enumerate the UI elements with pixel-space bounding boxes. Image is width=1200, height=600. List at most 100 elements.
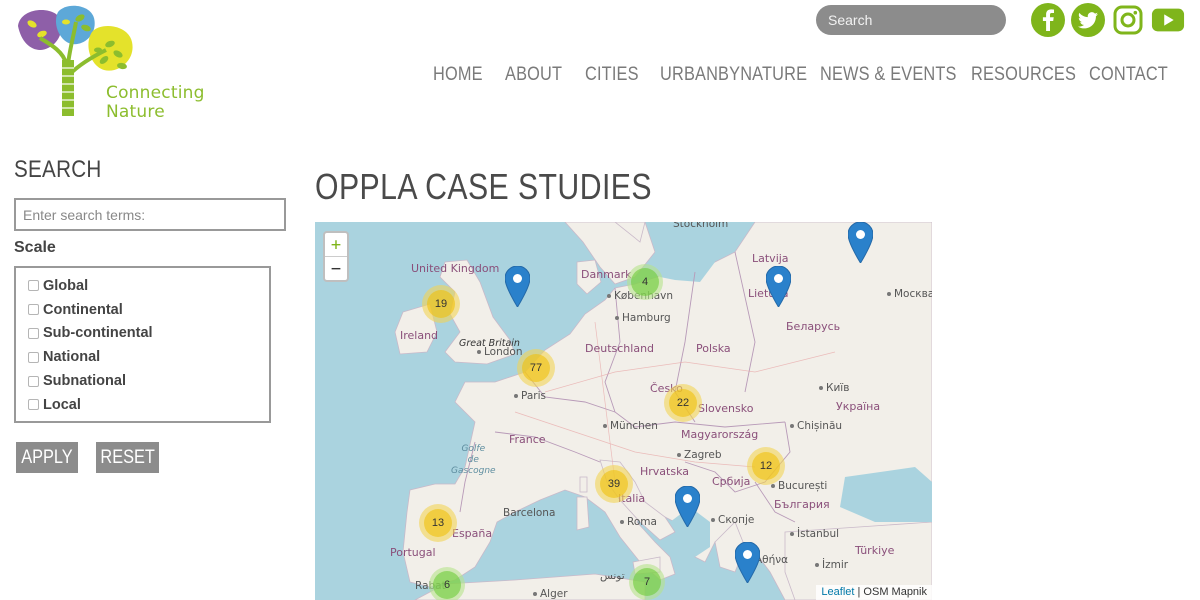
map-label-roma: Roma: [620, 516, 657, 528]
leaflet-link[interactable]: Leaflet: [821, 586, 854, 598]
sidebar-title: SEARCH: [14, 156, 102, 183]
cluster-count: 22: [669, 389, 697, 417]
map-label-london: London: [477, 346, 523, 358]
cluster-count: 77: [522, 354, 550, 382]
connecting-nature-logo[interactable]: Connecting Nature: [14, 4, 204, 122]
map-marker-pin[interactable]: [848, 222, 873, 263]
map-zoom-control: + −: [323, 231, 349, 282]
scale-option-sub-continental[interactable]: Sub-continental: [28, 322, 269, 346]
scale-option-label: Global: [43, 277, 89, 294]
map-label-slovensko: Slovensko: [698, 402, 754, 415]
cluster-count: 6: [433, 571, 461, 599]
map-label-kyiv: Київ: [819, 382, 849, 394]
map-cluster[interactable]: 6: [429, 567, 465, 600]
header-search-bar[interactable]: [816, 5, 1009, 35]
map-cluster[interactable]: 19: [422, 285, 460, 323]
map-marker-pin[interactable]: [735, 542, 760, 583]
twitter-icon[interactable]: [1071, 3, 1105, 37]
scale-option-national[interactable]: National: [28, 345, 269, 369]
nav-urbanbynature[interactable]: URBANBYNATURE: [660, 64, 807, 86]
map-cluster[interactable]: 39: [595, 465, 633, 503]
osm-mapnik-credit: OSM Mapnik: [863, 586, 927, 598]
map-cluster[interactable]: 7: [629, 564, 665, 600]
map-marker-pin[interactable]: [766, 266, 791, 307]
map-label-united-kingdom: United Kingdom: [411, 262, 500, 275]
main-nav: HOME ABOUT CITIES URBANBYNATURE NEWS & E…: [0, 64, 1200, 88]
map-label-belarus: Беларусь: [786, 320, 841, 333]
map-label-latvija: Latvija: [752, 252, 789, 265]
apply-button[interactable]: APPLY: [16, 442, 78, 473]
zoom-out-button[interactable]: −: [325, 257, 347, 280]
scale-option-label: Local: [43, 396, 81, 413]
map-label-danmark: Danmark: [581, 268, 632, 281]
scale-option-continental[interactable]: Continental: [28, 298, 269, 322]
nav-cities[interactable]: CITIES: [585, 64, 639, 86]
checkbox[interactable]: [28, 327, 39, 339]
nav-about[interactable]: ABOUT: [505, 64, 562, 86]
scale-option-label: Subnational: [43, 373, 126, 390]
map-label-deutschland: Deutschland: [585, 342, 655, 355]
scale-option-label: National: [43, 349, 101, 366]
cluster-count: 13: [424, 509, 452, 537]
map-label-ireland: Ireland: [400, 329, 439, 342]
reset-button-label: RESET: [100, 446, 155, 468]
scale-option-local[interactable]: Local: [28, 393, 269, 417]
map-label-zagreb: Zagreb: [677, 449, 722, 461]
search-terms-input[interactable]: [14, 198, 286, 231]
checkbox[interactable]: [28, 280, 39, 292]
map-label-espana: España: [452, 527, 493, 540]
logo-text-line2: Nature: [106, 102, 165, 122]
nav-resources[interactable]: RESOURCES: [971, 64, 1076, 86]
scale-option-label: Continental: [43, 301, 123, 318]
map-cluster[interactable]: 22: [664, 384, 702, 422]
cluster-count: 4: [631, 268, 659, 296]
map-label-barcelona: Barcelona: [503, 507, 556, 519]
nav-home[interactable]: HOME: [433, 64, 483, 86]
apply-button-label: APPLY: [21, 446, 73, 468]
checkbox[interactable]: [28, 375, 39, 387]
scale-option-subnational[interactable]: Subnational: [28, 369, 269, 393]
nav-contact[interactable]: CONTACT: [1089, 64, 1168, 86]
map-label-alger: Alger: [533, 588, 568, 600]
scale-option-global[interactable]: Global: [28, 274, 269, 298]
cluster-count: 12: [752, 452, 780, 480]
checkbox[interactable]: [28, 304, 39, 316]
map-cluster[interactable]: 13: [419, 504, 457, 542]
map-marker-pin[interactable]: [675, 486, 700, 527]
map-label-munchen: München: [603, 420, 658, 432]
scale-filter-list: Global Continental Sub-continental Natio…: [14, 266, 271, 423]
map-cluster[interactable]: 77: [517, 349, 555, 387]
youtube-icon[interactable]: [1151, 3, 1185, 37]
map-label-skopje: Скопје: [711, 514, 754, 526]
checkbox[interactable]: [28, 399, 39, 411]
map-label-balgariya: България: [774, 498, 830, 511]
instagram-icon[interactable]: [1111, 3, 1145, 37]
map-label-istanbul: İstanbul: [790, 528, 839, 540]
map-label-ukraina: Україна: [836, 400, 881, 413]
facebook-icon[interactable]: [1031, 3, 1065, 37]
map-label-moskva: Москва: [887, 288, 932, 300]
map-label-srbija: Србија: [712, 475, 751, 488]
map-attribution: Leaflet | OSM Mapnik: [816, 585, 932, 600]
map-marker-pin[interactable]: [505, 266, 530, 307]
header-search-input[interactable]: [828, 12, 1009, 28]
map-label-polska: Polska: [696, 342, 731, 355]
page-title: OPPLA CASE STUDIES: [315, 166, 652, 207]
zoom-in-button[interactable]: +: [325, 233, 347, 257]
scale-label: Scale: [14, 239, 56, 256]
map-label-portugal: Portugal: [390, 546, 436, 559]
map-cluster[interactable]: 4: [627, 264, 663, 300]
cluster-count: 39: [600, 470, 628, 498]
map-label-turkiye: Türkiye: [855, 544, 895, 557]
nav-news-events[interactable]: NEWS & EVENTS: [820, 64, 957, 86]
map-label-hamburg: Hamburg: [615, 312, 671, 324]
reset-button[interactable]: RESET: [96, 442, 159, 473]
map-cluster[interactable]: 12: [747, 447, 785, 485]
case-studies-map[interactable]: Stockholm Latvija United Kingdom Danmark…: [315, 222, 932, 600]
map-label-golfe: Golfe de Gascogne: [451, 444, 496, 476]
checkbox[interactable]: [28, 351, 39, 363]
scale-option-label: Sub-continental: [43, 325, 153, 342]
map-label-magyarorszag: Magyarország: [681, 428, 759, 441]
map-label-chisinau: Chișinău: [790, 420, 842, 432]
logo-text: Connecting Nature: [106, 84, 205, 122]
